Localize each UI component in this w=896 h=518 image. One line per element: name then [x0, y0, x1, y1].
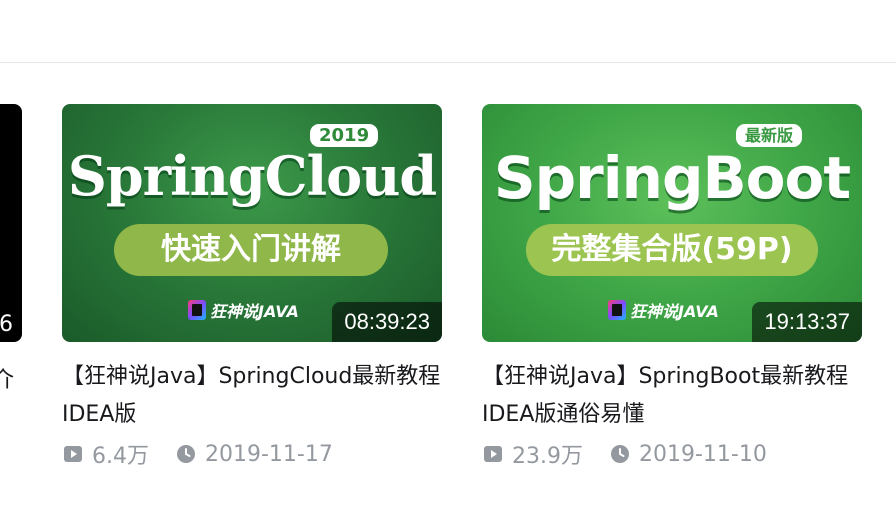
video-duration: 19:13:37	[752, 302, 862, 342]
intellij-logo-icon	[608, 300, 626, 320]
video-card: 最新版 SpringBoot 完整集合版(59P) 狂神说JAVA 19:13:…	[482, 104, 862, 470]
video-thumbnail[interactable]: 2019 SpringCloud 快速入门讲解 狂神说JAVA 08:39:23	[62, 104, 442, 342]
clock-icon	[177, 445, 195, 463]
thumbnail-brand: 狂神说JAVA	[608, 298, 719, 322]
thumbnail-subtitle: 快速入门讲解	[114, 224, 388, 276]
view-count: 6.4万	[92, 444, 149, 469]
publish-date: 2019-11-17	[205, 441, 333, 467]
brand-text: 狂神说JAVA	[210, 302, 299, 321]
publish-date: 2019-11-10	[639, 441, 767, 467]
video-title[interactable]: 【狂神说Java】SpringCloud最新教程IDEA版	[62, 358, 442, 434]
video-duration: 6	[0, 312, 13, 337]
thumbnail-brand: 狂神说JAVA	[188, 298, 299, 322]
video-title-partial[interactable]: 介	[0, 362, 14, 394]
views-stat: 23.9万	[482, 438, 583, 470]
header-divider	[0, 62, 896, 63]
video-meta: 23.9万 2019-11-10	[482, 438, 862, 470]
video-title[interactable]: 【狂神说Java】SpringBoot最新教程IDEA版通俗易懂	[482, 358, 862, 434]
brand-text: 狂神说JAVA	[630, 302, 719, 321]
clock-icon	[611, 445, 629, 463]
views-stat: 6.4万	[62, 438, 149, 470]
play-icon	[484, 446, 502, 462]
video-thumbnail[interactable]: 最新版 SpringBoot 完整集合版(59P) 狂神说JAVA 19:13:…	[482, 104, 862, 342]
play-icon	[64, 446, 82, 462]
thumbnail-title: SpringCloud	[67, 144, 437, 208]
thumbnail-title: SpringBoot	[493, 144, 851, 212]
video-meta: 6.4万 2019-11-17	[62, 438, 442, 470]
date-stat: 2019-11-10	[609, 442, 767, 467]
date-stat: 2019-11-17	[175, 442, 333, 467]
view-count: 23.9万	[512, 444, 583, 469]
video-duration: 08:39:23	[332, 302, 442, 342]
intellij-logo-icon	[188, 300, 206, 320]
thumbnail-subtitle: 完整集合版(59P)	[526, 224, 818, 276]
video-thumbnail-partial[interactable]: 6	[0, 104, 22, 342]
video-card: 2019 SpringCloud 快速入门讲解 狂神说JAVA 08:39:23…	[62, 104, 442, 470]
